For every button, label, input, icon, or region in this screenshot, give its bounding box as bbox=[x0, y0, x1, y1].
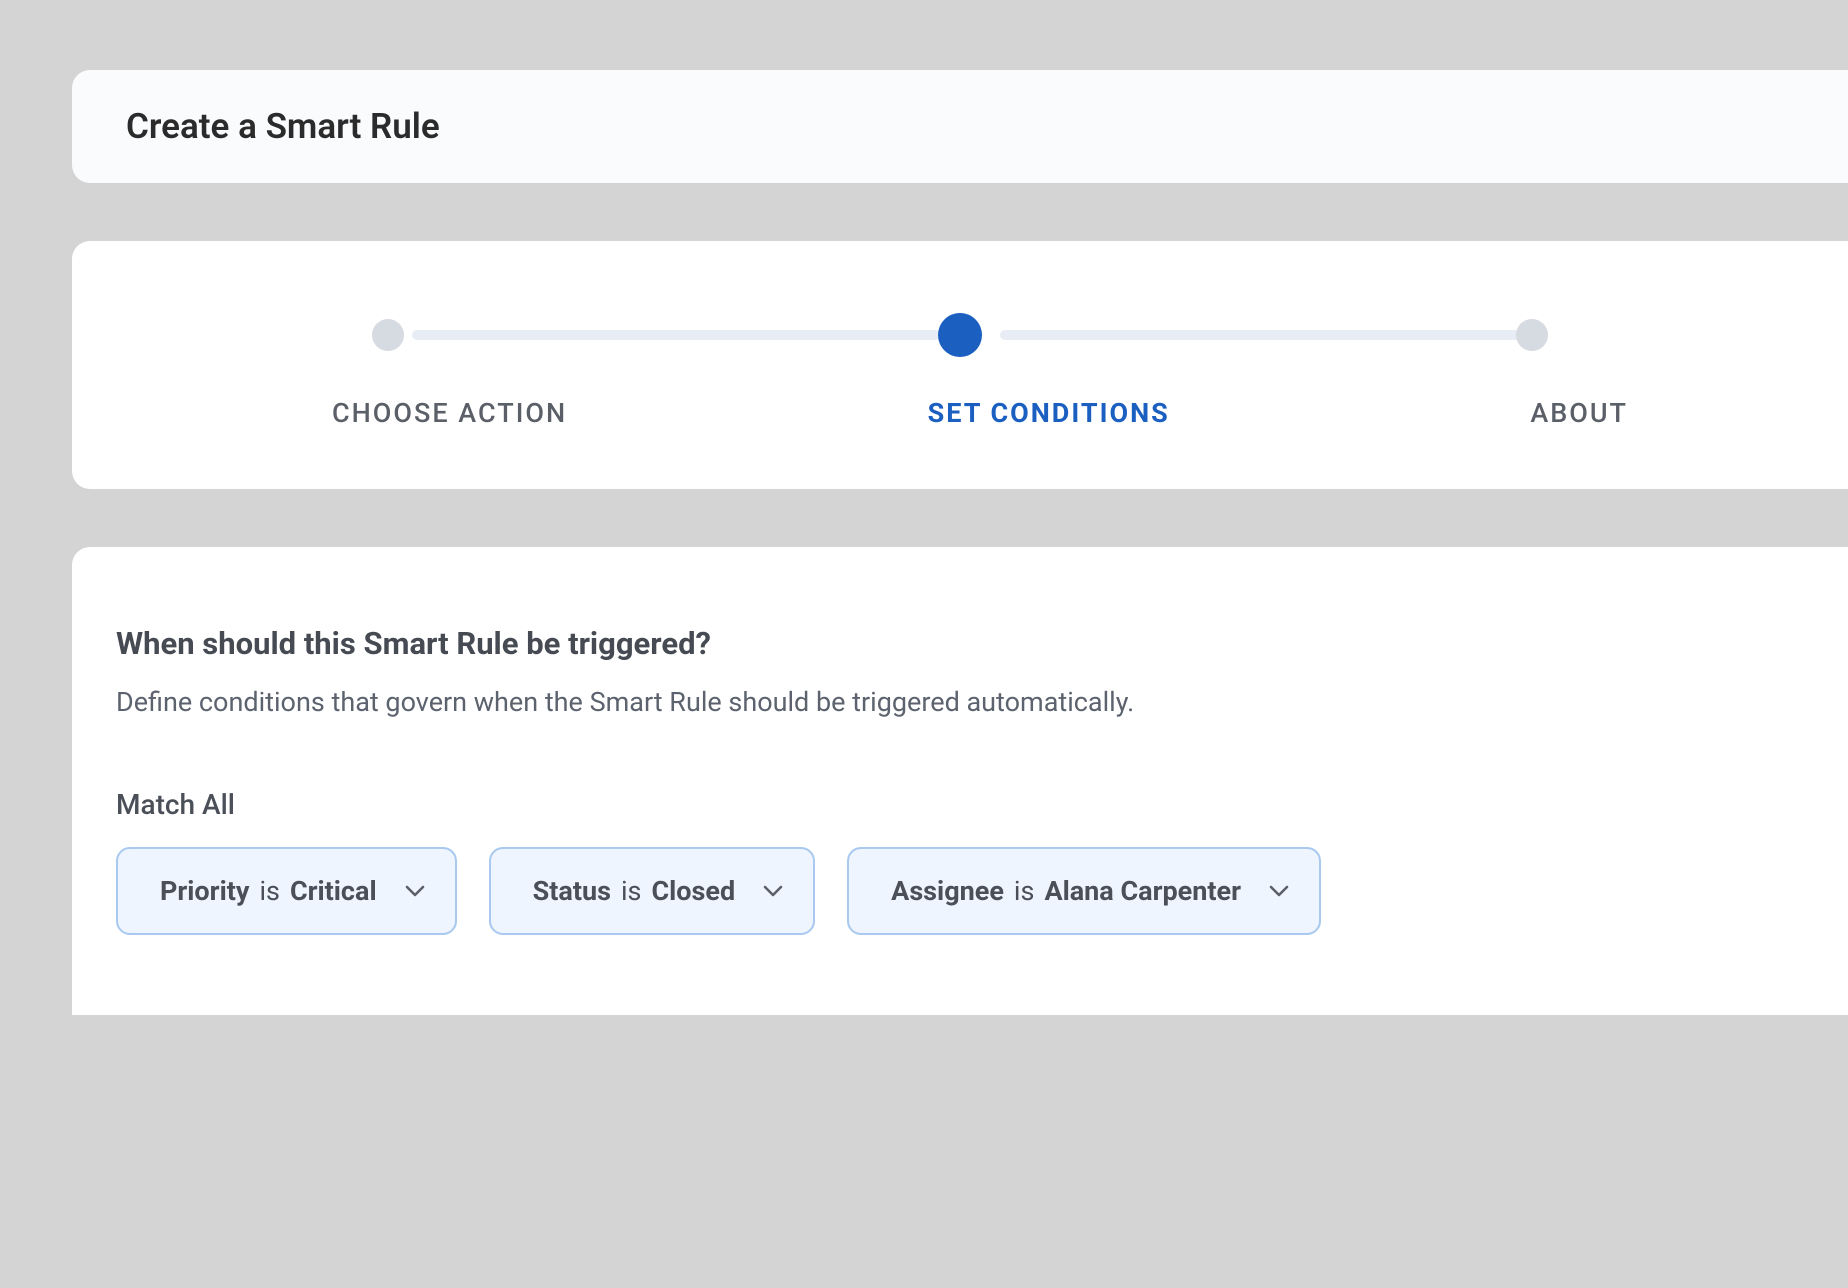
chevron-down-icon bbox=[405, 885, 425, 897]
stepper-label: ABOUT bbox=[1530, 397, 1628, 429]
page: Create a Smart Rule CHOOSE ACTION SET CO… bbox=[0, 70, 1848, 1288]
stepper-dot-about[interactable] bbox=[1516, 319, 1548, 351]
condition-field: Status bbox=[533, 875, 611, 907]
chevron-down-icon bbox=[1269, 885, 1289, 897]
header-card: Create a Smart Rule bbox=[72, 70, 1848, 183]
stepper-label: CHOOSE ACTION bbox=[332, 397, 567, 429]
match-all-label: Match All bbox=[116, 788, 1804, 821]
condition-status[interactable]: Status is Closed bbox=[489, 847, 816, 935]
stepper-track bbox=[372, 313, 1548, 357]
stepper-label: SET CONDITIONS bbox=[928, 397, 1170, 429]
conditions-row: Priority is Critical Status is Closed As… bbox=[116, 847, 1804, 935]
condition-operator: is bbox=[621, 875, 642, 907]
content-heading: When should this Smart Rule be triggered… bbox=[116, 625, 1804, 662]
condition-operator: is bbox=[1014, 875, 1035, 907]
content-subheading: Define conditions that govern when the S… bbox=[116, 686, 1804, 718]
condition-field: Priority bbox=[160, 875, 249, 907]
condition-field: Assignee bbox=[891, 875, 1004, 907]
condition-value: Critical bbox=[290, 875, 377, 907]
stepper-step-about[interactable]: ABOUT bbox=[1530, 397, 1628, 429]
stepper-line bbox=[1000, 330, 1528, 340]
stepper-step-choose-action[interactable]: CHOOSE ACTION bbox=[332, 397, 567, 429]
content-card: When should this Smart Rule be triggered… bbox=[72, 547, 1848, 1015]
stepper-dot-choose-action[interactable] bbox=[372, 319, 404, 351]
page-title: Create a Smart Rule bbox=[126, 106, 1848, 147]
stepper-labels: CHOOSE ACTION SET CONDITIONS ABOUT bbox=[332, 397, 1628, 429]
stepper-line bbox=[412, 330, 940, 340]
condition-value: Closed bbox=[651, 875, 735, 907]
condition-operator: is bbox=[259, 875, 280, 907]
stepper-card: CHOOSE ACTION SET CONDITIONS ABOUT bbox=[72, 241, 1848, 489]
stepper-step-set-conditions[interactable]: SET CONDITIONS bbox=[928, 397, 1170, 429]
chevron-down-icon bbox=[763, 885, 783, 897]
condition-priority[interactable]: Priority is Critical bbox=[116, 847, 457, 935]
stepper-dot-set-conditions[interactable] bbox=[938, 313, 982, 357]
condition-assignee[interactable]: Assignee is Alana Carpenter bbox=[847, 847, 1321, 935]
condition-value: Alana Carpenter bbox=[1044, 875, 1241, 907]
